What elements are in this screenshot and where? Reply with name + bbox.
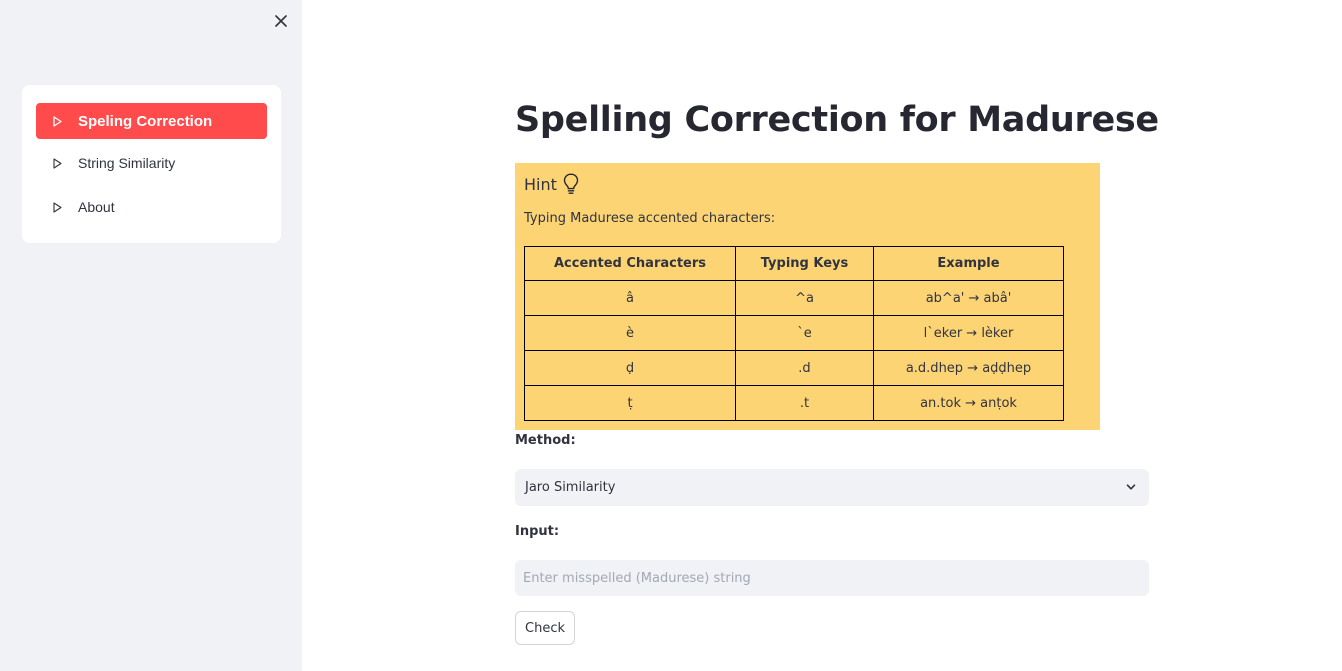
table-cell: ^a bbox=[735, 280, 874, 316]
hint-box: Hint Typing Madurese accented characters… bbox=[515, 163, 1100, 430]
table-row: è `e l`eker → lèker bbox=[524, 315, 1064, 351]
sidebar-item-string-similarity[interactable]: String Similarity bbox=[36, 145, 267, 181]
hint-title: Hint bbox=[524, 174, 557, 194]
table-cell: ṭ bbox=[524, 385, 736, 421]
sidebar-item-speling-correction[interactable]: Speling Correction bbox=[36, 103, 267, 139]
table-row: ḍ .d a.d.dhep → aḍḍhep bbox=[524, 350, 1064, 386]
table-row: â ^a ab^a' → abâ' bbox=[524, 280, 1064, 316]
table-cell: ab^a' → abâ' bbox=[873, 280, 1064, 316]
check-button[interactable]: Check bbox=[515, 611, 575, 645]
play-triangle-icon bbox=[53, 201, 62, 213]
sidebar: Speling Correction String Similarity Abo… bbox=[0, 0, 302, 671]
sidebar-item-about[interactable]: About bbox=[36, 189, 267, 225]
method-label: Method: bbox=[515, 433, 576, 448]
table-cell: `e bbox=[735, 315, 874, 351]
table-cell: .t bbox=[735, 385, 874, 421]
lightbulb-icon bbox=[563, 173, 579, 194]
sidebar-item-label: String Similarity bbox=[78, 155, 176, 171]
table-header-row: Accented Characters Typing Keys Example bbox=[524, 246, 1064, 281]
close-icon bbox=[275, 15, 287, 27]
method-selected-value: Jaro Similarity bbox=[525, 480, 616, 495]
sidebar-item-label: Speling Correction bbox=[78, 112, 213, 130]
play-triangle-icon bbox=[53, 157, 62, 169]
column-header-typing-keys: Typing Keys bbox=[735, 246, 874, 281]
chevron-down-icon bbox=[1126, 484, 1136, 490]
sidebar-item-label: About bbox=[78, 199, 115, 215]
hint-text: Typing Madurese accented characters: bbox=[524, 211, 776, 226]
input-label: Input: bbox=[515, 524, 560, 539]
column-header-example: Example bbox=[873, 246, 1064, 281]
table-cell: a.d.dhep → aḍḍhep bbox=[873, 350, 1064, 386]
misspelled-string-input[interactable] bbox=[515, 560, 1149, 596]
play-triangle-icon bbox=[53, 115, 62, 127]
accent-keys-table: Accented Characters Typing Keys Example … bbox=[524, 246, 1064, 421]
table-cell: â bbox=[524, 280, 736, 316]
table-cell: l`eker → lèker bbox=[873, 315, 1064, 351]
table-cell: .d bbox=[735, 350, 874, 386]
table-cell: ḍ bbox=[524, 350, 736, 386]
column-header-accented-characters: Accented Characters bbox=[524, 246, 736, 281]
table-cell: an.tok → anṭok bbox=[873, 385, 1064, 421]
page-title: Spelling Correction for Madurese bbox=[515, 100, 1159, 140]
hint-heading: Hint bbox=[524, 173, 579, 195]
method-select[interactable]: Jaro Similarity bbox=[515, 469, 1149, 506]
close-sidebar-button[interactable] bbox=[268, 8, 294, 34]
table-row: ṭ .t an.tok → anṭok bbox=[524, 385, 1064, 421]
table-cell: è bbox=[524, 315, 736, 351]
nav-menu: Speling Correction String Similarity Abo… bbox=[22, 85, 281, 243]
